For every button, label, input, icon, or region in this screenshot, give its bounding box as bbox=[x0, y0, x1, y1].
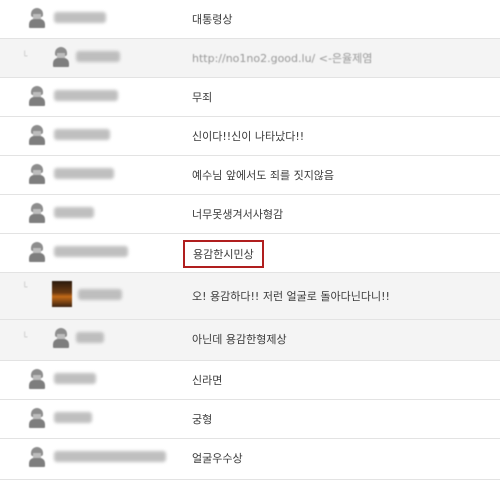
user-avatar-icon[interactable] bbox=[28, 125, 46, 145]
nickname-blurred[interactable] bbox=[54, 207, 94, 218]
reply-arrow-icon: └ bbox=[22, 333, 29, 343]
nickname-blurred[interactable] bbox=[54, 246, 128, 257]
nickname-blurred[interactable] bbox=[54, 373, 96, 384]
comment-row: 무죄 bbox=[0, 78, 500, 117]
comment-text: 궁형 bbox=[192, 413, 213, 426]
comment-row: 예수님 앞에서도 죄를 짓지않음 bbox=[0, 156, 500, 195]
nickname-blurred[interactable] bbox=[54, 451, 166, 462]
user-avatar-icon[interactable] bbox=[52, 47, 70, 67]
nickname-blurred[interactable] bbox=[54, 168, 114, 179]
comment-text: 무죄 bbox=[192, 91, 213, 104]
comment-row: 신이다!!신이 나타났다!! bbox=[0, 117, 500, 156]
comment-row: 신라면 bbox=[0, 361, 500, 400]
comment-row-highlighted: 용감한시민상 bbox=[0, 234, 500, 273]
nickname-blurred[interactable] bbox=[76, 332, 104, 343]
comment-text: 대통령상 bbox=[192, 13, 233, 26]
comment-row-reply: └ 오! 용감하다!! 저런 얼굴로 돌아다닌다니!! bbox=[0, 273, 500, 320]
comment-text: 신라면 bbox=[192, 374, 223, 387]
user-avatar-icon[interactable] bbox=[28, 369, 46, 389]
comment-text: 용감한시민상 bbox=[183, 240, 264, 268]
nickname-blurred[interactable] bbox=[54, 12, 106, 23]
user-avatar-icon[interactable] bbox=[28, 86, 46, 106]
user-avatar-icon[interactable] bbox=[28, 203, 46, 223]
user-avatar-icon[interactable] bbox=[28, 447, 46, 467]
comment-row: 대통령상 bbox=[0, 0, 500, 39]
user-avatar-icon[interactable] bbox=[28, 164, 46, 184]
user-avatar-icon[interactable] bbox=[52, 328, 70, 348]
comment-text: 오! 용감하다!! 저런 얼굴로 돌아다닌다니!! bbox=[192, 290, 390, 303]
comment-row: 얼굴우수상 bbox=[0, 439, 500, 480]
nickname-blurred[interactable] bbox=[54, 412, 92, 423]
nickname-blurred[interactable] bbox=[54, 90, 118, 101]
nickname-blurred[interactable] bbox=[54, 129, 110, 140]
comment-row: 궁형 bbox=[0, 400, 500, 439]
reply-arrow-icon: └ bbox=[22, 283, 29, 293]
comment-text: http://no1no2.good.lu/ <-은율제염 bbox=[192, 52, 373, 65]
comment-text: 얼굴우수상 bbox=[192, 452, 243, 465]
nickname-blurred[interactable] bbox=[78, 289, 122, 300]
user-avatar-icon[interactable] bbox=[28, 8, 46, 28]
comment-row: 너무못생겨서사형감 bbox=[0, 195, 500, 234]
user-avatar-icon[interactable] bbox=[28, 242, 46, 262]
comment-list: 대통령상 └ http://no1no2.good.lu/ <-은율제염 무죄 … bbox=[0, 0, 500, 500]
comment-text: 아닌데 용감한형제상 bbox=[192, 333, 287, 346]
user-avatar-icon[interactable] bbox=[28, 408, 46, 428]
comment-text: 너무못생겨서사형감 bbox=[192, 208, 284, 221]
user-avatar-icon[interactable] bbox=[52, 281, 72, 307]
comment-text: 신이다!!신이 나타났다!! bbox=[192, 130, 305, 143]
comment-text: 예수님 앞에서도 죄를 짓지않음 bbox=[192, 169, 335, 182]
nickname-blurred[interactable] bbox=[76, 51, 120, 62]
comment-row-reply: └ 아닌데 용감한형제상 bbox=[0, 320, 500, 361]
comment-row-reply: └ http://no1no2.good.lu/ <-은율제염 bbox=[0, 39, 500, 78]
reply-arrow-icon: └ bbox=[22, 52, 29, 62]
